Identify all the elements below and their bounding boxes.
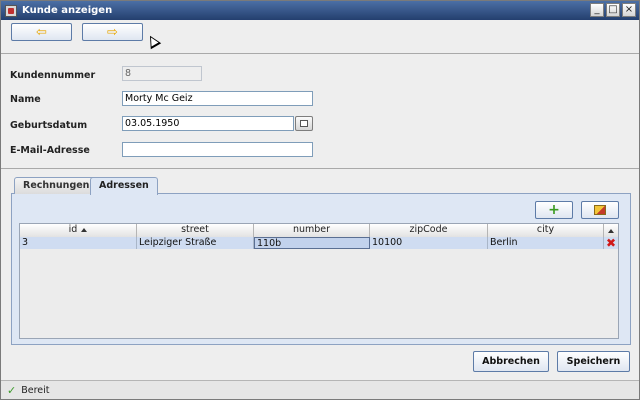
calendar-icon [300,120,308,127]
customer-window: Kunde anzeigen _ □ × ⇦ ⇨ Kundennummer 8 … [0,0,640,400]
arrow-right-icon: ⇨ [107,24,118,40]
column-header-zipcode[interactable]: zipCode [370,224,488,237]
separator [1,168,639,169]
column-header-street[interactable]: street [137,224,254,237]
close-button[interactable]: × [622,3,636,17]
save-button[interactable]: Speichern [557,351,630,372]
cell-city[interactable]: Berlin [488,237,604,249]
table-row[interactable]: 3 Leipziger Straße 110b 10100 Berlin ✖ [20,237,618,249]
app-icon [5,4,17,17]
checkmark-icon: ✓ [7,384,17,397]
column-header-number[interactable]: number [254,224,370,237]
window-title: Kunde anzeigen [22,5,113,16]
separator [1,53,639,54]
table-header: id street number zipCode city [20,224,618,238]
arrow-left-icon: ⇦ [36,24,47,40]
name-label: Name [10,94,41,105]
email-field[interactable] [122,142,313,157]
cell-id[interactable]: 3 [20,237,137,249]
customer-number-label: Kundennummer [10,70,96,81]
mouse-cursor-icon [144,32,162,50]
sort-ascending-icon [81,227,88,232]
previous-record-button[interactable]: ⇦ [11,23,72,41]
cell-zipcode[interactable]: 10100 [370,237,488,249]
name-field[interactable]: Morty Mc Geiz [122,91,313,106]
email-label: E-Mail-Adresse [10,145,90,156]
scroll-up-icon [608,228,614,233]
column-header-id[interactable]: id [20,224,137,237]
birthdate-label: Geburtsdatum [10,120,88,131]
title-bar: Kunde anzeigen _ □ × [1,1,639,20]
status-text: Bereit [21,385,50,396]
tab-addresses[interactable]: Adressen [90,177,158,195]
birthdate-field[interactable]: 03.05.1950 [122,116,294,131]
customer-number-field: 8 [122,66,202,81]
edit-address-button[interactable] [581,201,619,219]
tab-invoices[interactable]: Rechnungen [14,177,99,194]
next-record-button[interactable]: ⇨ [82,23,143,41]
minimize-button[interactable]: _ [590,3,604,17]
status-bar: ✓ Bereit [1,380,639,399]
add-icon: + [548,202,560,218]
maximize-button[interactable]: □ [606,3,620,17]
cell-number[interactable]: 110b [254,237,370,249]
edit-icon [594,205,606,215]
delete-row-icon[interactable]: ✖ [604,237,618,249]
cancel-button[interactable]: Abbrechen [473,351,549,372]
addresses-table: id street number zipCode city 3 Leipzige… [19,223,619,339]
add-address-button[interactable]: + [535,201,573,219]
cell-street[interactable]: Leipziger Straße [137,237,254,249]
column-header-city[interactable]: city [488,224,604,237]
calendar-button[interactable] [295,116,313,131]
window-controls: _ □ × [590,3,636,17]
